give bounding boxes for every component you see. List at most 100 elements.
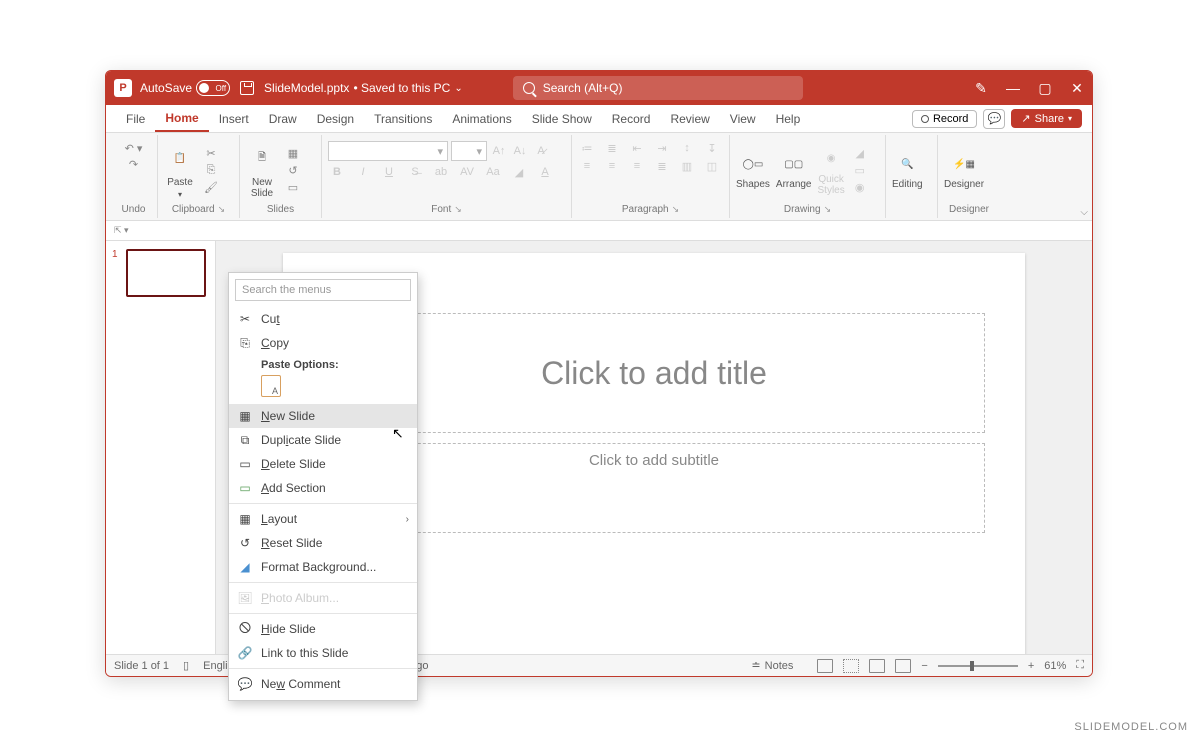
normal-view-button[interactable] [817, 659, 833, 673]
shapes-button[interactable]: ◯▭Shapes [736, 151, 770, 190]
strikethrough-button[interactable]: S̶ [406, 165, 424, 179]
minimize-button[interactable]: — [1006, 81, 1020, 95]
slide-thumbnail-panel[interactable]: 1 [106, 241, 216, 654]
align-right-button[interactable]: ≡ [628, 159, 646, 173]
arrange-button[interactable]: ▢▢Arrange [776, 151, 812, 190]
bullets-button[interactable]: ≔ [578, 141, 596, 155]
format-painter-button[interactable]: 🖌 [202, 181, 220, 195]
close-button[interactable]: ✕ [1070, 81, 1084, 95]
font-size-combo[interactable]: ▾ [451, 141, 487, 161]
columns-button[interactable]: ▥ [678, 159, 696, 173]
drawing-dialog-launcher[interactable]: ↘ [824, 204, 832, 215]
clipboard-dialog-launcher[interactable]: ↘ [218, 204, 226, 215]
subtitle-placeholder[interactable]: Click to add subtitle [323, 443, 985, 533]
menu-hide-slide[interactable]: 🛇Hide Slide [229, 617, 417, 641]
collapse-ribbon-button[interactable]: ⌵ [1080, 207, 1088, 218]
slideshow-view-button[interactable] [895, 659, 911, 673]
title-placeholder[interactable]: Click to add title [323, 313, 985, 433]
autosave-toggle[interactable]: Off [196, 80, 230, 96]
copy-button[interactable]: ⎘ [202, 164, 220, 178]
menu-search-input[interactable]: Search the menus [235, 279, 411, 301]
menu-copy[interactable]: ⎘Copy [229, 331, 417, 355]
menu-duplicate-slide[interactable]: ⧉Duplicate Slide [229, 428, 417, 452]
menu-delete-slide[interactable]: ▭Delete Slide [229, 452, 417, 476]
menu-format-background[interactable]: ◢Format Background... [229, 555, 417, 579]
increase-indent-button[interactable]: ⇥ [653, 141, 671, 155]
notes-button[interactable]: ≐Notes [751, 659, 793, 672]
clear-format-button[interactable]: A̷ [532, 144, 550, 158]
shape-outline-button[interactable]: ▭ [851, 164, 869, 178]
tab-slideshow[interactable]: Slide Show [522, 105, 602, 132]
cut-button[interactable]: ✂ [202, 147, 220, 161]
char-spacing-button[interactable]: AV [458, 165, 476, 179]
highlight-button[interactable]: ◢ [510, 165, 528, 179]
tab-view[interactable]: View [720, 105, 766, 132]
tab-design[interactable]: Design [307, 105, 364, 132]
maximize-button[interactable]: ▢ [1038, 81, 1052, 95]
menu-layout[interactable]: ▦Layout› [229, 507, 417, 531]
numbering-button[interactable]: ≣ [603, 141, 621, 155]
paste-button[interactable]: 📋 Paste ▾ [164, 143, 196, 199]
accessibility-icon[interactable]: ▯ [183, 659, 189, 672]
shape-fill-button[interactable]: ◢ [851, 147, 869, 161]
search-input[interactable]: Search (Alt+Q) [513, 76, 803, 100]
save-icon[interactable] [240, 81, 254, 95]
reset-button[interactable]: ↺ [284, 164, 302, 178]
new-slide-button[interactable]: 🗎 New Slide [246, 143, 278, 199]
tab-insert[interactable]: Insert [209, 105, 259, 132]
pen-icon[interactable]: ✎ [974, 81, 988, 95]
record-button[interactable]: Record [912, 110, 977, 128]
quick-styles-button[interactable]: ◉Quick Styles [818, 146, 845, 196]
filename[interactable]: SlideModel.pptx [264, 81, 349, 95]
decrease-font-button[interactable]: A↓ [511, 144, 529, 158]
comments-button[interactable]: 💬 [983, 109, 1005, 129]
editing-button[interactable]: 🔍Editing [892, 151, 923, 190]
tab-animations[interactable]: Animations [442, 105, 521, 132]
qa-customize-button[interactable]: ⇱ ▾ [114, 225, 129, 236]
menu-reset-slide[interactable]: ↺Reset Slide [229, 531, 417, 555]
font-color-button[interactable]: A [536, 165, 554, 179]
layout-button[interactable]: ▦ [284, 147, 302, 161]
zoom-level[interactable]: 61% [1044, 660, 1066, 672]
paragraph-dialog-launcher[interactable]: ↘ [672, 204, 680, 215]
fit-to-window-button[interactable]: ⛶ [1076, 659, 1084, 672]
tab-home[interactable]: Home [155, 105, 208, 132]
chevron-down-icon[interactable]: ⌄ [454, 83, 462, 94]
undo-button[interactable]: ↶ ▾ [125, 141, 143, 155]
reading-view-button[interactable] [869, 659, 885, 673]
thumbnail-row-1[interactable]: 1 [112, 249, 209, 297]
tab-transitions[interactable]: Transitions [364, 105, 442, 132]
share-button[interactable]: ↗Share▾ [1011, 109, 1082, 128]
change-case-button[interactable]: Aa [484, 165, 502, 179]
shape-effects-button[interactable]: ◉ [851, 181, 869, 195]
bold-button[interactable]: B [328, 165, 346, 179]
underline-button[interactable]: U [380, 165, 398, 179]
tab-file[interactable]: File [116, 105, 155, 132]
decrease-indent-button[interactable]: ⇤ [628, 141, 646, 155]
slide-sorter-view-button[interactable] [843, 659, 859, 673]
tab-review[interactable]: Review [660, 105, 719, 132]
align-left-button[interactable]: ≡ [578, 159, 596, 173]
font-dialog-launcher[interactable]: ↘ [454, 204, 462, 215]
line-spacing-button[interactable]: ↕ [678, 141, 696, 155]
italic-button[interactable]: I [354, 165, 372, 179]
menu-new-slide[interactable]: ▦New Slide [229, 404, 417, 428]
menu-add-section[interactable]: ▭Add Section [229, 476, 417, 500]
tab-draw[interactable]: Draw [259, 105, 307, 132]
menu-cut[interactable]: ✂Cut [229, 307, 417, 331]
tab-help[interactable]: Help [766, 105, 811, 132]
text-direction-button[interactable]: ↧ [703, 141, 721, 155]
menu-new-comment[interactable]: 💬New Comment [229, 672, 417, 696]
font-family-combo[interactable]: ▾ [328, 141, 448, 161]
tab-record[interactable]: Record [602, 105, 661, 132]
slide-thumbnail-1[interactable] [126, 249, 206, 297]
paste-option-keep-text[interactable] [261, 375, 281, 397]
section-button[interactable]: ▭ [284, 181, 302, 195]
increase-font-button[interactable]: A↑ [490, 144, 508, 158]
designer-button[interactable]: ⚡▦Designer [944, 151, 984, 190]
redo-button[interactable]: ↷ [125, 157, 143, 171]
zoom-slider[interactable] [938, 665, 1018, 667]
zoom-out-button[interactable]: − [921, 660, 927, 672]
menu-link-to-slide[interactable]: 🔗Link to this Slide [229, 641, 417, 665]
zoom-in-button[interactable]: + [1028, 660, 1034, 672]
